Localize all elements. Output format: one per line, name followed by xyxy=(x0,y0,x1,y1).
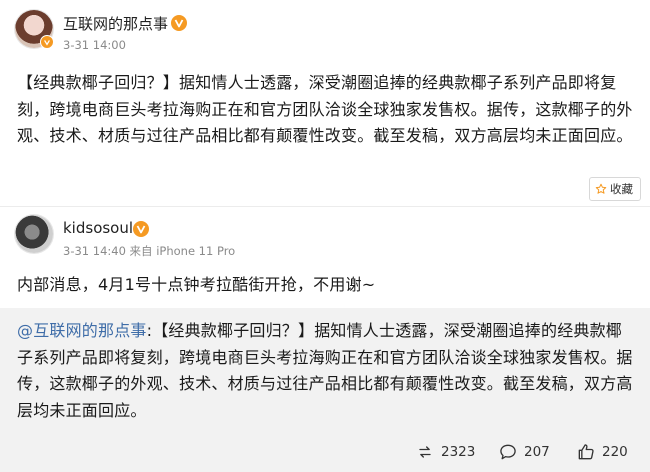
avatar-post2[interactable] xyxy=(15,215,53,253)
post2-text: 内部消息，4月1号十点钟考拉酷街开抢，不用谢~ xyxy=(17,275,376,294)
verified-small-icon xyxy=(40,35,54,49)
comment-icon xyxy=(500,444,516,460)
star-icon xyxy=(595,183,607,194)
verified-badge-icon xyxy=(171,15,187,31)
repost-box[interactable]: @互联网的那点事:【经典款椰子回归？】据知情人士透露，深受潮圈追捧的经典款椰子系… xyxy=(0,308,650,472)
verified-badge-icon xyxy=(133,221,149,237)
like-button[interactable]: 220 xyxy=(576,442,628,462)
favorite-button[interactable]: 收藏 xyxy=(589,177,641,201)
favorite-label: 收藏 xyxy=(610,182,633,196)
repost-button[interactable]: 2323 xyxy=(415,442,475,462)
like-count: 220 xyxy=(602,444,628,460)
post1-author-name[interactable]: 互联网的那点事 xyxy=(63,13,168,34)
thumbs-up-icon xyxy=(578,444,594,460)
repost-icon xyxy=(419,446,431,458)
post-divider xyxy=(0,206,650,207)
repost-count: 2323 xyxy=(441,444,476,460)
repost-text: @互联网的那点事:【经典款椰子回归？】据知情人士透露，深受潮圈追捧的经典款椰子系… xyxy=(17,318,635,424)
comment-button[interactable]: 207 xyxy=(498,442,550,462)
repost-mention-link[interactable]: @互联网的那点事 xyxy=(17,321,147,340)
comment-count: 207 xyxy=(524,444,550,460)
post2-timestamp: 3-31 14:40 来自 iPhone 11 Pro xyxy=(63,244,236,258)
post2-author-name[interactable]: kidsosoul xyxy=(63,219,133,237)
post1-timestamp: 3-31 14:00 xyxy=(63,38,126,52)
post1-text: 【经典款椰子回归？】据知情人士透露，深受潮圈追捧的经典款椰子系列产品即将复刻，跨… xyxy=(17,73,633,145)
